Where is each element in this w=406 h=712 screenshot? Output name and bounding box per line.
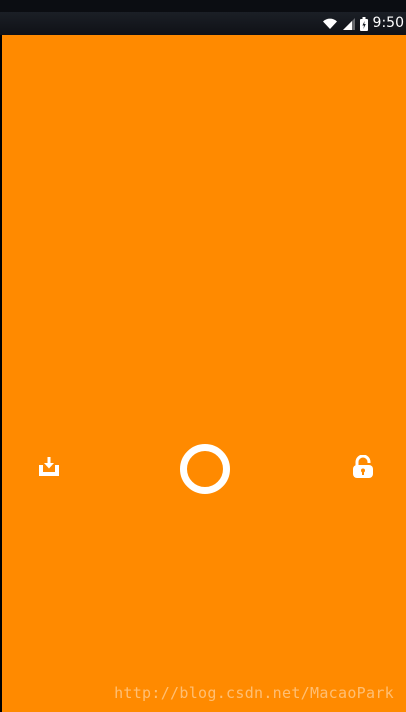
clock-time: 9:50: [372, 15, 404, 31]
download-target[interactable]: [36, 455, 62, 481]
unlock-ring-handle[interactable]: [180, 444, 230, 494]
top-edge-strip: [0, 0, 406, 12]
wifi-icon: [322, 17, 338, 30]
lock-screen: http://blog.csdn.net/MacaoPark: [2, 35, 406, 712]
battery-icon: [359, 16, 368, 31]
unlock-padlock-icon: [352, 454, 374, 483]
watermark-text: http://blog.csdn.net/MacaoPark: [114, 684, 394, 702]
status-bar: 9:50: [0, 12, 406, 35]
unlock-target[interactable]: [350, 454, 376, 483]
status-icons: 9:50: [322, 12, 404, 35]
download-tray-icon: [38, 455, 60, 481]
cell-signal-icon: [342, 17, 355, 30]
